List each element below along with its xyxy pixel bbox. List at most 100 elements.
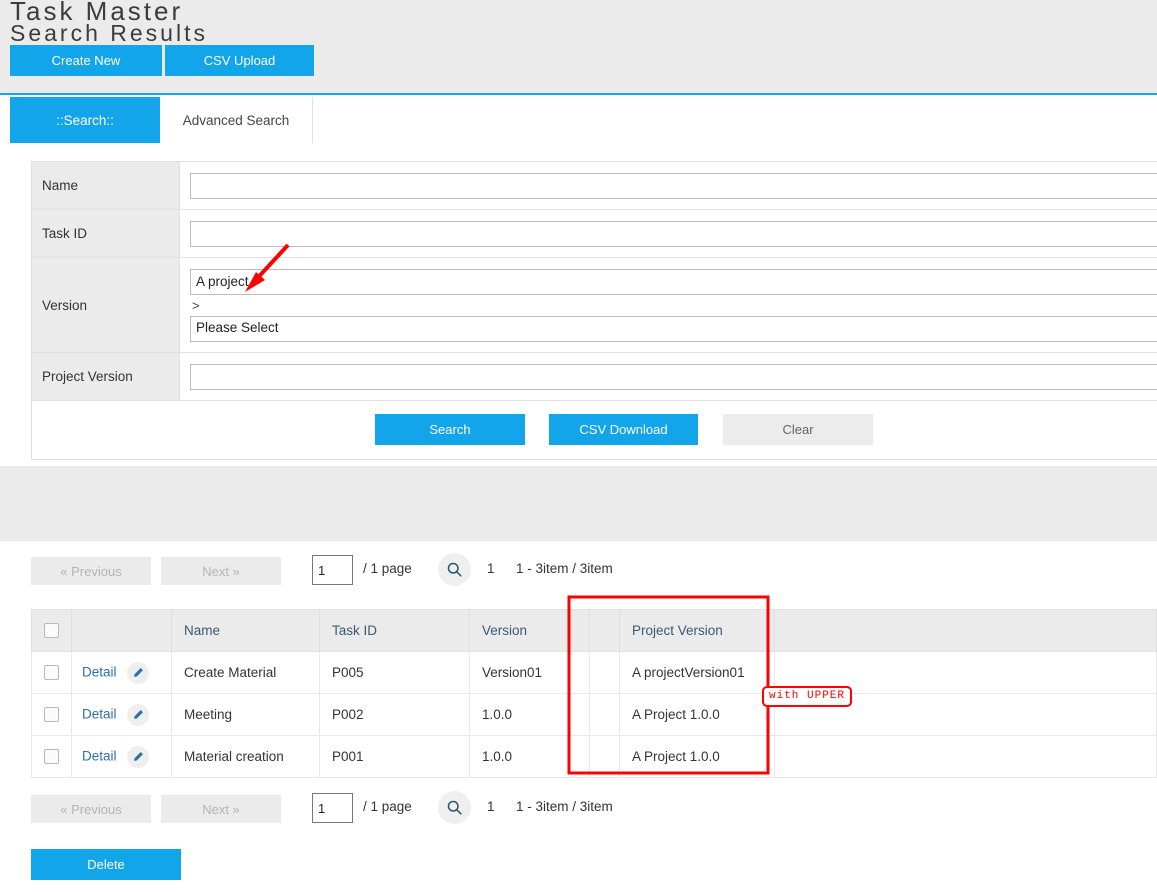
project-version-header: Project Version (619, 609, 775, 652)
row-project-version-cell: A projectVersion01 (619, 651, 775, 694)
detail-link[interactable]: Detail (82, 706, 117, 721)
detail-link[interactable]: Detail (82, 664, 117, 679)
select-all-checkbox[interactable] (44, 623, 59, 639)
tab-search[interactable]: ::Search:: (10, 97, 160, 145)
task-id-input[interactable] (190, 220, 1157, 247)
row-project-version-cell: A Project 1.0.0 (619, 735, 775, 778)
task-id-header: Task ID (319, 609, 470, 652)
current-page-label-bottom: 1 (487, 799, 495, 814)
create-new-button[interactable]: Create New (10, 45, 162, 76)
row-checkbox[interactable] (44, 665, 59, 681)
search-form-table: Name Task ID Version > (31, 161, 1157, 460)
row-checkbox[interactable] (44, 749, 59, 765)
search-icon (447, 800, 462, 815)
select-all-header (31, 609, 72, 652)
results-table: Name Task ID Version Project Version Det… (31, 609, 1157, 778)
form-row-version: Version > Please Select (31, 257, 1157, 353)
row-extra-cell (774, 735, 1157, 778)
detail-header (71, 609, 172, 652)
form-value-project-version (179, 352, 1157, 401)
current-page-label: 1 (487, 561, 495, 576)
previous-page-button[interactable]: « Previous (31, 557, 151, 585)
row-version-cell: 1.0.0 (469, 693, 590, 736)
version-project-input[interactable] (190, 268, 1157, 295)
total-pages-label-bottom: / 1 page (363, 799, 412, 814)
row-select-cell (31, 651, 72, 694)
results-header-band (0, 466, 1157, 541)
project-version-input[interactable] (190, 363, 1157, 390)
item-count-label-bottom: 1 - 3item / 3item (516, 799, 613, 814)
search-icon (447, 562, 462, 577)
name-input[interactable] (190, 172, 1157, 199)
search-form-panel: Name Task ID Version > (0, 143, 1157, 466)
form-label-task-id: Task ID (31, 209, 180, 258)
next-page-button[interactable]: Next » (161, 557, 281, 585)
form-value-version: > Please Select (179, 257, 1157, 353)
version-select[interactable]: Please Select (190, 315, 1157, 342)
spacer-header (589, 609, 620, 652)
page-number-input[interactable] (312, 555, 353, 585)
pagination-top: « Previous Next » / 1 page 1 1 - 3item /… (31, 553, 931, 597)
row-task-id-cell: P002 (319, 693, 470, 736)
pencil-icon[interactable] (127, 745, 150, 768)
csv-download-button[interactable]: CSV Download (549, 414, 698, 445)
detail-link[interactable]: Detail (82, 748, 117, 763)
app-root: Task Master Create New CSV Upload ::Sear… (0, 0, 1157, 893)
form-value-name (179, 161, 1157, 210)
table-row: Detail Meeting P002 1.0.0 A Project 1.0.… (31, 693, 1157, 736)
item-count-label: 1 - 3item / 3item (516, 561, 613, 576)
form-label-name: Name (31, 161, 180, 210)
row-select-cell (31, 735, 72, 778)
page-go-button[interactable] (438, 553, 471, 586)
delete-button[interactable]: Delete (31, 849, 181, 880)
row-checkbox[interactable] (44, 707, 59, 723)
row-name-cell: Meeting (171, 693, 320, 736)
pencil-icon[interactable] (127, 661, 150, 684)
page-number-input-bottom[interactable] (312, 793, 353, 823)
form-row-task-id: Task ID (31, 209, 1157, 258)
form-row-project-version: Project Version (31, 352, 1157, 401)
row-task-id-cell: P001 (319, 735, 470, 778)
row-spacer-cell (589, 735, 620, 778)
table-row: Detail Create Material P005 Version01 A … (31, 651, 1157, 694)
row-version-cell: 1.0.0 (469, 735, 590, 778)
form-buttons-cell: Search CSV Download Clear (31, 400, 1157, 460)
row-name-cell: Create Material (171, 651, 320, 694)
previous-page-button-bottom[interactable]: « Previous (31, 795, 151, 823)
annotation-badge: with UPPER (762, 686, 853, 707)
row-spacer-cell (589, 651, 620, 694)
row-project-version-cell: A Project 1.0.0 (619, 693, 775, 736)
version-header: Version (469, 609, 590, 652)
next-page-button-bottom[interactable]: Next » (161, 795, 281, 823)
row-detail-cell: Detail (71, 693, 172, 736)
page-go-button-bottom[interactable] (438, 791, 471, 824)
form-label-project-version: Project Version (31, 352, 180, 401)
table-row: Detail Material creation P001 1.0.0 A Pr… (31, 735, 1157, 778)
name-header: Name (171, 609, 320, 652)
form-value-task-id (179, 209, 1157, 258)
row-select-cell (31, 693, 72, 736)
pencil-icon[interactable] (127, 703, 150, 726)
row-version-cell: Version01 (469, 651, 590, 694)
tab-advanced-search[interactable]: Advanced Search (160, 97, 313, 145)
row-name-cell: Material creation (171, 735, 320, 778)
row-task-id-cell: P005 (319, 651, 470, 694)
clear-button[interactable]: Clear (723, 414, 873, 445)
pencil-glyph-icon (134, 667, 144, 677)
form-row-name: Name (31, 161, 1157, 210)
table-header-row: Name Task ID Version Project Version (31, 609, 1157, 652)
form-row-buttons: Search CSV Download Clear (31, 400, 1157, 460)
form-label-version: Version (31, 257, 180, 353)
pagination-bottom: « Previous Next » / 1 page 1 1 - 3item /… (31, 791, 931, 835)
row-spacer-cell (589, 693, 620, 736)
csv-upload-button[interactable]: CSV Upload (165, 45, 314, 76)
extra-header (774, 609, 1157, 652)
pencil-glyph-icon (134, 751, 144, 761)
search-button[interactable]: Search (375, 414, 525, 445)
row-detail-cell: Detail (71, 735, 172, 778)
results-panel: « Previous Next » / 1 page 1 1 - 3item /… (0, 541, 1157, 893)
pencil-glyph-icon (134, 709, 144, 719)
row-detail-cell: Detail (71, 651, 172, 694)
tab-bar: ::Search:: Advanced Search (0, 93, 1157, 145)
total-pages-label: / 1 page (363, 561, 412, 576)
